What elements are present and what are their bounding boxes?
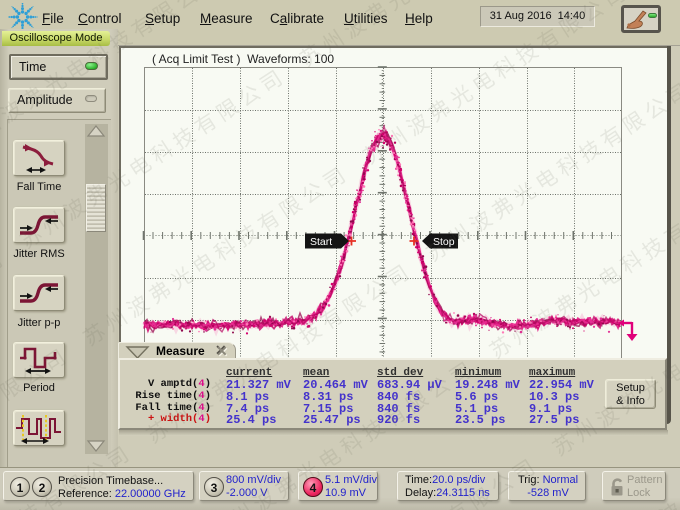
svg-text:Stop: Stop [433,236,455,248]
svg-text:Start: Start [310,236,332,248]
